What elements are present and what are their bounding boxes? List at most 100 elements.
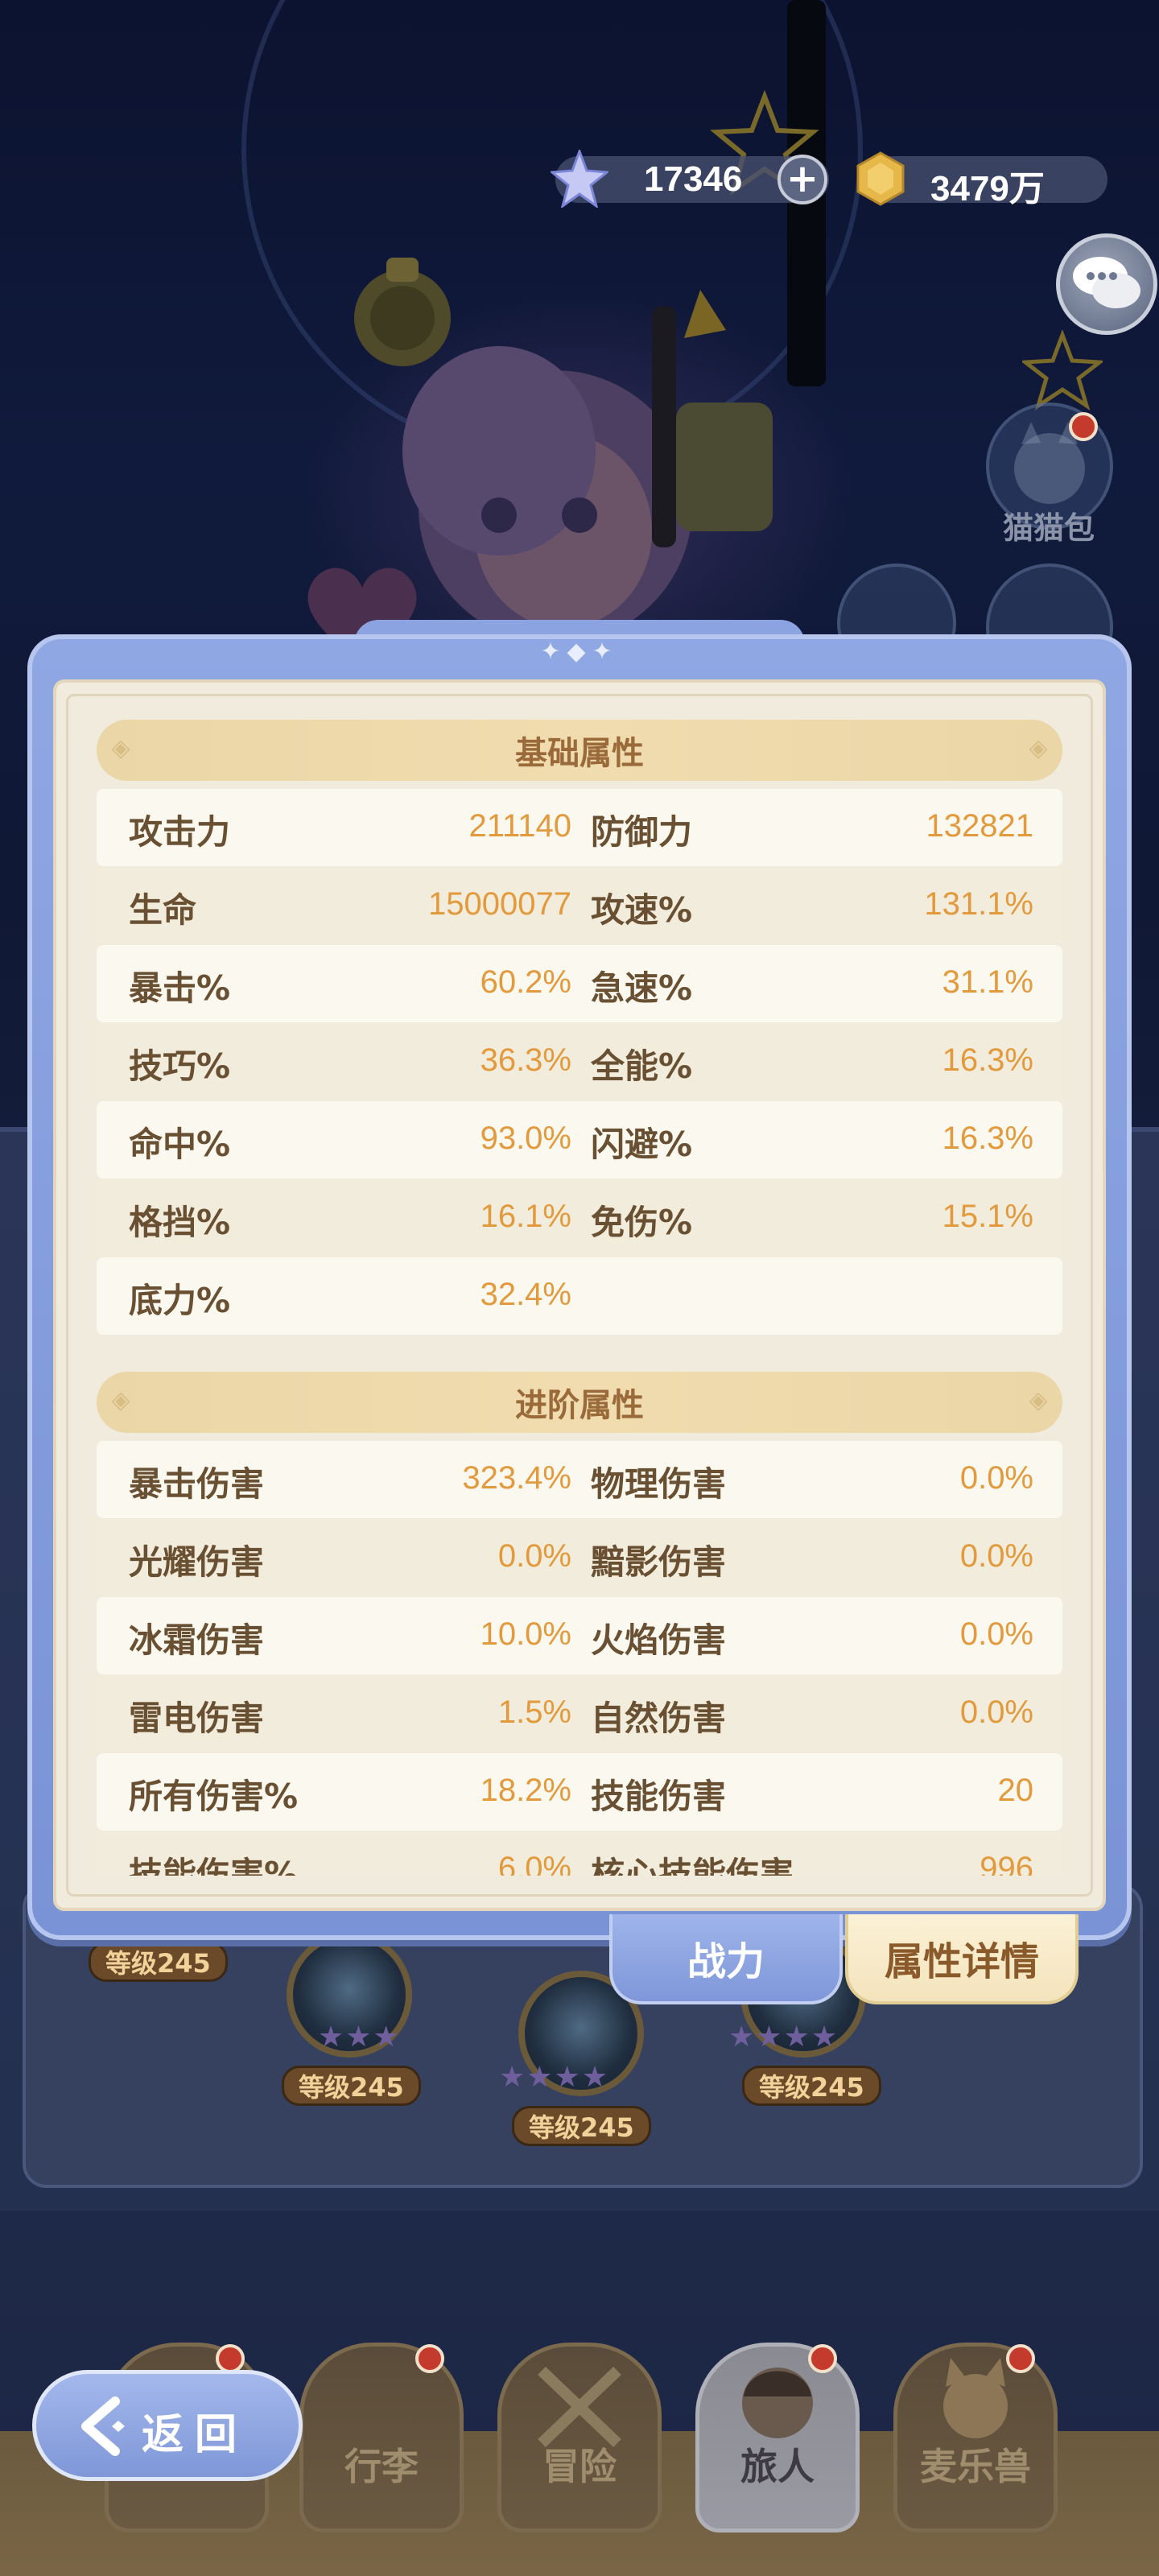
attribute-label: 急速% — [591, 968, 693, 1008]
attribute-row: 格挡% 16.1% 免伤% 15.1% — [97, 1179, 1062, 1257]
add-crystal-button[interactable]: + — [777, 155, 827, 204]
attribute-label: 自然伤害 — [591, 1699, 727, 1738]
crystal-count: 17346 — [644, 159, 743, 199]
attribute-label: 技能伤害% — [129, 1855, 299, 1876]
attribute-value: 18.2% — [480, 1773, 571, 1808]
gold-count: 3479万 — [930, 169, 1045, 208]
attribute-value: 996 — [980, 1851, 1033, 1876]
attribute-label: 技能伤害 — [591, 1777, 727, 1816]
chat-bubble-icon — [1073, 257, 1140, 308]
nav-label-luggage: 行李 — [344, 2445, 419, 2488]
attribute-label: 暴击伤害 — [129, 1464, 265, 1504]
attribute-label: 攻速% — [591, 890, 693, 930]
attribute-value: 0.0% — [959, 1695, 1033, 1730]
diamond-icon: ◈ — [1029, 734, 1048, 762]
attribute-row: 暴击% 60.2% 急速% 31.1% — [97, 945, 1062, 1022]
equipment-star-rating: ★★★★ — [728, 2021, 839, 2054]
attribute-value: 323.4% — [462, 1460, 571, 1496]
attribute-value: 20 — [997, 1773, 1034, 1808]
nav-label-pets: 麦乐兽 — [920, 2445, 1031, 2488]
nav-label-adventure: 冒险 — [542, 2445, 617, 2488]
equipment-level-badge: 等级245 — [512, 2106, 651, 2146]
cat-bag-label: 猫猫包 — [1002, 510, 1095, 546]
diamond-icon: ◈ — [111, 1386, 130, 1414]
attribute-row: 底力% 32.4% — [97, 1257, 1062, 1335]
attribute-row: 技能伤害% 6.0% 核心技能伤害 996 — [97, 1831, 1062, 1876]
character-portrait — [354, 258, 773, 644]
diamond-icon: ◈ — [1029, 1386, 1048, 1414]
back-label: 返回 — [142, 2411, 249, 2459]
attribute-row: 光耀伤害 0.0% 黯影伤害 0.0% — [97, 1519, 1062, 1596]
attribute-label: 攻击力 — [129, 812, 231, 852]
attribute-row: 冰霜伤害 10.0% 火焰伤害 0.0% — [97, 1597, 1062, 1674]
attribute-label: 底力% — [129, 1281, 231, 1320]
attribute-value: 16.3% — [942, 1042, 1033, 1078]
diamond-icon: ◈ — [111, 734, 130, 762]
attribute-value: 211140 — [468, 808, 571, 844]
attribute-row: 暴击伤害 323.4% 物理伤害 0.0% — [97, 1441, 1062, 1518]
notification-dot — [415, 2344, 444, 2373]
crystal-star-icon — [551, 150, 608, 208]
attribute-value: 131.1% — [924, 886, 1033, 922]
notification-dot — [1069, 412, 1098, 441]
attribute-row: 技巧% 36.3% 全能% 16.3% — [97, 1023, 1062, 1100]
nav-label-traveler: 旅人 — [740, 2445, 815, 2488]
attribute-label: 物理伤害 — [591, 1464, 727, 1504]
attribute-value: 16.1% — [480, 1199, 571, 1234]
attribute-value: 15000077 — [428, 886, 571, 922]
equipment-level-badge: 等级245 — [282, 2066, 421, 2106]
attribute-value: 15.1% — [942, 1199, 1033, 1234]
attribute-label: 黯影伤害 — [591, 1542, 727, 1582]
attribute-value: 93.0% — [480, 1121, 571, 1156]
basic-attributes-header: ◈ 基础属性 ◈ — [97, 720, 1062, 781]
attribute-value: 0.0% — [497, 1538, 571, 1574]
tab-power[interactable]: 战力 — [609, 1914, 843, 2004]
chat-button[interactable] — [1056, 233, 1157, 335]
equipment-star-rating: ★★★ — [318, 2021, 401, 2054]
back-arrow-icon — [81, 2396, 125, 2456]
tab-attribute-details[interactable]: 属性详情 — [845, 1914, 1079, 2004]
attribute-label: 所有伤害% — [129, 1777, 299, 1816]
attribute-value: 60.2% — [480, 964, 571, 1000]
attribute-value: 132821 — [926, 808, 1033, 844]
attribute-row: 生命 15000077 攻速% 131.1% — [97, 867, 1062, 944]
notification-dot — [216, 2344, 245, 2373]
attribute-label: 技巧% — [129, 1046, 231, 1086]
attribute-label: 核心技能伤害 — [591, 1855, 794, 1876]
attribute-label: 冰霜伤害 — [129, 1620, 265, 1660]
attribute-value: 6.0% — [497, 1851, 571, 1876]
star-decoration-icon — [1022, 330, 1103, 411]
attribute-label: 格挡% — [129, 1203, 231, 1242]
attribute-label: 防御力 — [591, 812, 693, 852]
attribute-label: 全能% — [591, 1046, 693, 1086]
attribute-label: 免伤% — [591, 1203, 693, 1242]
attribute-label: 暴击% — [129, 968, 231, 1008]
equipment-level-badge: 等级245 — [742, 2066, 881, 2106]
advanced-attributes-header: ◈ 进阶属性 ◈ — [97, 1372, 1062, 1433]
attribute-value: 0.0% — [959, 1538, 1033, 1574]
notification-dot — [808, 2344, 837, 2373]
notification-dot — [1006, 2344, 1035, 2373]
attribute-row: 攻击力 211140 防御力 132821 — [97, 789, 1062, 866]
attribute-value: 1.5% — [497, 1695, 571, 1730]
attribute-label: 光耀伤害 — [129, 1542, 265, 1582]
attribute-value: 0.0% — [959, 1616, 1033, 1652]
section-title: 基础属性 — [515, 735, 644, 772]
attribute-label: 命中% — [129, 1125, 231, 1164]
equipment-star-rating: ★★★★ — [499, 2061, 610, 2094]
attribute-value: 32.4% — [480, 1277, 571, 1312]
attribute-label: 火焰伤害 — [591, 1620, 727, 1660]
attribute-value: 10.0% — [480, 1616, 571, 1652]
attribute-row: 雷电伤害 1.5% 自然伤害 0.0% — [97, 1675, 1062, 1752]
attribute-label: 雷电伤害 — [129, 1699, 265, 1738]
attributes-scroll-area[interactable]: ◈ 基础属性 ◈ 攻击力 211140 防御力 132821 生命 15000077 攻速%… — [97, 713, 1062, 1876]
attribute-label: 闪避% — [591, 1125, 693, 1164]
equipment-level-badge: 等级245 — [89, 1942, 228, 1982]
gold-coin-icon — [856, 151, 905, 206]
attribute-label: 生命 — [129, 890, 197, 930]
attribute-value: 31.1% — [942, 964, 1033, 1000]
attribute-value: 16.3% — [942, 1121, 1033, 1156]
modal-diamond-ornament: ✦◆✦ — [540, 638, 619, 666]
attribute-row: 命中% 93.0% 闪避% 16.3% — [97, 1101, 1062, 1179]
section-title: 进阶属性 — [515, 1387, 644, 1424]
